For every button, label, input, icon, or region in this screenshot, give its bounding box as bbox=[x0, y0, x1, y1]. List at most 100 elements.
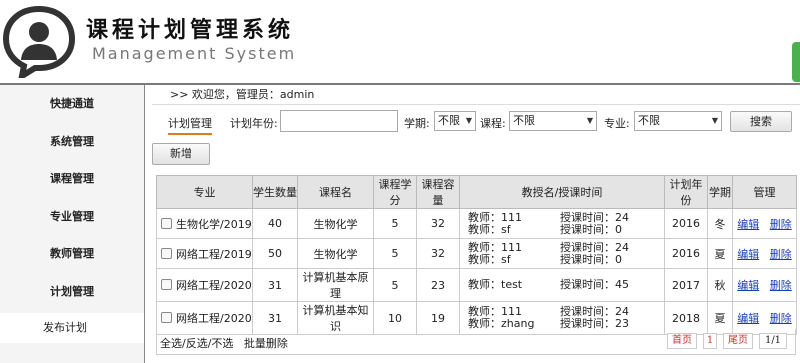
year-input[interactable] bbox=[280, 110, 398, 132]
app-subtitle: Management System bbox=[92, 44, 297, 63]
sidebar-item-courses[interactable]: 课程管理 bbox=[0, 160, 144, 198]
row-major: 网络工程/2020 bbox=[176, 279, 252, 292]
row-credit: 5 bbox=[373, 238, 417, 269]
chevron-down-icon: ▼ bbox=[465, 116, 472, 125]
term-label: 学期: bbox=[404, 117, 430, 130]
major-select[interactable]: 不限 ▼ bbox=[634, 111, 722, 131]
row-teachers: 教师：test 授课时间：45 bbox=[459, 268, 665, 302]
col-header-course: 课程名 bbox=[297, 175, 374, 209]
major-label: 专业: bbox=[604, 117, 630, 130]
plan-table: 专业 学生数量 课程名 课程学分 课程容量 教授名/授课时间 计划年份 学期 管… bbox=[156, 175, 797, 335]
row-students: 50 bbox=[252, 238, 298, 269]
row-major: 生物化学/2019 bbox=[176, 217, 252, 231]
row-capacity: 32 bbox=[416, 208, 460, 239]
course-label: 课程: bbox=[480, 117, 506, 130]
teacher-name: 教师：test bbox=[468, 278, 523, 291]
row-teachers: 教师：111 授课时间：24 教师：sf 授课时间：0 bbox=[459, 208, 665, 239]
sidebar-item-majors[interactable]: 专业管理 bbox=[0, 198, 144, 236]
table-header-row: 专业 学生数量 课程名 课程学分 课程容量 教授名/授课时间 计划年份 学期 管… bbox=[156, 175, 797, 209]
col-header-teachers: 教授名/授课时间 bbox=[459, 175, 665, 209]
edit-link[interactable]: 编辑 bbox=[737, 312, 759, 325]
filter-bar: 计划管理 计划年份: 学期: 不限 ▼ 课程: 不限 ▼ 专业: 不限 ▼ 搜索 bbox=[152, 109, 800, 135]
breadcrumb: >> 欢迎您，管理员：admin bbox=[152, 85, 800, 105]
row-year: 2017 bbox=[664, 268, 708, 302]
teaching-hours: 授课时间：45 bbox=[560, 278, 629, 291]
delete-link[interactable]: 删除 bbox=[770, 218, 792, 231]
term-select-value: 不限 bbox=[438, 114, 460, 127]
row-course: 生物化学 bbox=[297, 208, 374, 239]
row-term: 冬 bbox=[707, 208, 733, 239]
row-credit: 5 bbox=[373, 268, 417, 302]
row-students: 31 bbox=[252, 268, 298, 302]
teaching-hours: 授课时间：0 bbox=[560, 252, 622, 266]
row-course: 计算机基本原理 bbox=[297, 268, 374, 302]
sidebar-item-system[interactable]: 系统管理 bbox=[0, 123, 144, 161]
teacher-name: 教师：111 bbox=[468, 240, 522, 254]
table-row: 网络工程/2019 50 生物化学 5 32 教师：111 授课时间：24 教师：… bbox=[156, 238, 797, 269]
row-checkbox[interactable] bbox=[161, 279, 172, 290]
row-year: 2016 bbox=[664, 238, 708, 269]
col-header-year: 计划年份 bbox=[664, 175, 708, 209]
row-capacity: 32 bbox=[416, 238, 460, 269]
row-term: 秋 bbox=[707, 268, 733, 302]
delete-link[interactable]: 删除 bbox=[770, 279, 792, 292]
course-select[interactable]: 不限 ▼ bbox=[509, 111, 597, 131]
teaching-hours: 授课时间：24 bbox=[560, 240, 629, 254]
row-checkbox[interactable] bbox=[161, 217, 172, 229]
row-credit: 5 bbox=[373, 208, 417, 239]
col-header-manage: 管理 bbox=[732, 175, 797, 209]
row-teachers: 教师：111 授课时间：24 教师：sf 授课时间：0 bbox=[459, 238, 665, 269]
course-select-value: 不限 bbox=[513, 114, 535, 127]
table-footer: 全选/反选/不选 批量删除 首页 1 尾页 1/1 bbox=[156, 329, 796, 355]
row-students: 40 bbox=[252, 208, 298, 239]
first-page-button[interactable]: 首页 bbox=[667, 333, 697, 349]
teacher-name: 教师：sf bbox=[468, 252, 511, 266]
teaching-hours: 授课时间：24 bbox=[560, 210, 629, 224]
row-checkbox[interactable] bbox=[161, 247, 172, 259]
teacher-name: 教师：111 bbox=[468, 210, 522, 224]
row-checkbox[interactable] bbox=[161, 312, 172, 323]
sidebar-subitem-publish-plan[interactable]: 发布计划 bbox=[0, 313, 144, 343]
search-button[interactable]: 搜索 bbox=[730, 111, 792, 132]
add-button[interactable]: 新增 bbox=[152, 143, 210, 165]
table-row: 生物化学/2019 40 生物化学 5 32 教师：111 授课时间：24 教师：… bbox=[156, 208, 797, 239]
main-content: >> 欢迎您，管理员：admin 计划管理 计划年份: 学期: 不限 ▼ 课程:… bbox=[152, 85, 800, 363]
year-label: 计划年份: bbox=[230, 117, 278, 130]
app-header: 课程计划管理系统 Management System bbox=[0, 0, 800, 85]
edit-link[interactable]: 编辑 bbox=[737, 248, 759, 261]
col-header-term: 学期 bbox=[707, 175, 733, 209]
teacher-name: 教师：sf bbox=[468, 222, 511, 236]
bulk-actions: 全选/反选/不选 批量删除 bbox=[160, 335, 288, 351]
sidebar-item-shortcuts[interactable]: 快捷通道 bbox=[0, 85, 144, 123]
edit-link[interactable]: 编辑 bbox=[737, 279, 759, 292]
side-scroll-tab[interactable] bbox=[792, 42, 800, 82]
col-header-students: 学生数量 bbox=[252, 175, 298, 209]
delete-link[interactable]: 删除 bbox=[770, 248, 792, 261]
sidebar-item-teachers[interactable]: 教师管理 bbox=[0, 235, 144, 273]
col-header-credit: 课程学分 bbox=[373, 175, 417, 209]
tab-plan-management[interactable]: 计划管理 bbox=[168, 115, 212, 135]
sidebar-item-plans[interactable]: 计划管理 bbox=[0, 273, 144, 311]
col-header-capacity: 课程容量 bbox=[416, 175, 460, 209]
major-select-value: 不限 bbox=[638, 114, 660, 127]
page-count: 1/1 bbox=[759, 333, 787, 349]
row-major: 网络工程/2019 bbox=[176, 247, 252, 261]
current-page-button[interactable]: 1 bbox=[703, 333, 717, 349]
select-toggle-link[interactable]: 全选/反选/不选 bbox=[160, 337, 233, 350]
row-year: 2016 bbox=[664, 208, 708, 239]
edit-link[interactable]: 编辑 bbox=[737, 218, 759, 231]
chevron-down-icon: ▼ bbox=[586, 116, 593, 125]
last-page-button[interactable]: 尾页 bbox=[723, 333, 753, 349]
teaching-hours: 授课时间：0 bbox=[560, 222, 622, 236]
term-select[interactable]: 不限 ▼ bbox=[434, 111, 476, 131]
row-major: 网络工程/2020 bbox=[176, 312, 252, 325]
row-term: 夏 bbox=[707, 238, 733, 269]
chevron-down-icon: ▼ bbox=[711, 116, 718, 125]
table-row: 网络工程/2020 31 计算机基本原理 5 23 教师：test 授课时间：45… bbox=[156, 268, 797, 302]
delete-link[interactable]: 删除 bbox=[770, 312, 792, 325]
row-capacity: 23 bbox=[416, 268, 460, 302]
app-title: 课程计划管理系统 bbox=[86, 17, 295, 43]
person-speech-bubble-icon bbox=[2, 5, 76, 78]
batch-delete-link[interactable]: 批量删除 bbox=[244, 337, 288, 350]
row-course: 生物化学 bbox=[297, 238, 374, 269]
